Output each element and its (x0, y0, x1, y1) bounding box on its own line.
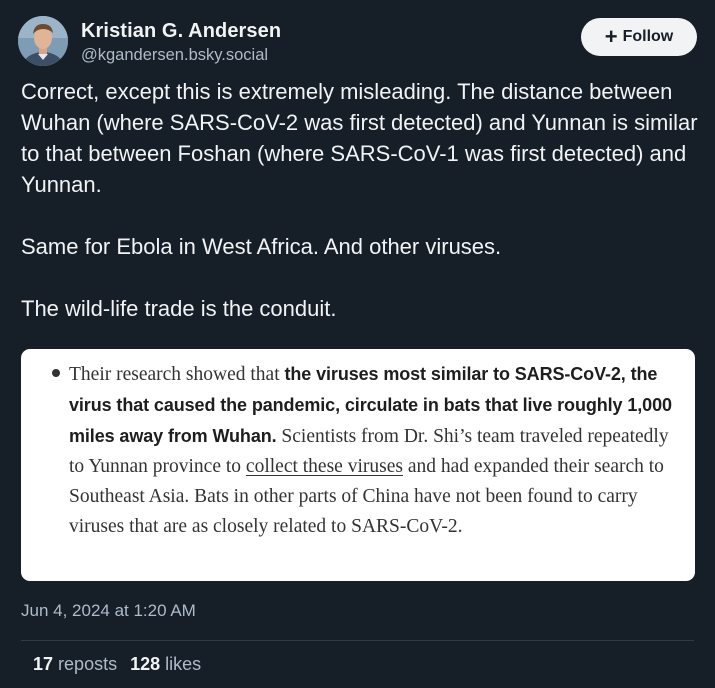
post-stats: 17 reposts 128 likes (33, 654, 209, 675)
likes-stat[interactable]: 128 likes (130, 654, 201, 674)
reposts-stat[interactable]: 17 reposts (33, 654, 117, 674)
likes-count: 128 (130, 654, 161, 674)
post-timestamp[interactable]: Jun 4, 2024 at 1:20 AM (21, 601, 196, 621)
embedded-quote: Their research showed that the viruses m… (69, 359, 679, 542)
user-photo-icon (18, 16, 68, 66)
author-info: Kristian G. Andersen @kgandersen.bsky.so… (81, 19, 281, 66)
bullet-icon (52, 369, 60, 377)
follow-button[interactable]: + Follow (581, 18, 697, 56)
divider (21, 640, 694, 641)
embed-text-before: Their research showed that (69, 364, 285, 385)
embed-link: collect these viruses (245, 456, 403, 477)
embedded-image[interactable]: Their research showed that the viruses m… (21, 349, 695, 581)
follow-label: Follow (622, 28, 674, 45)
avatar[interactable] (18, 16, 68, 66)
post-text: Correct, except this is extremely mislea… (21, 79, 698, 321)
reposts-label: reposts (58, 654, 118, 674)
post-header: Kristian G. Andersen @kgandersen.bsky.so… (18, 16, 697, 72)
author-handle[interactable]: @kgandersen.bsky.social (81, 44, 281, 66)
likes-label: likes (165, 654, 202, 674)
reposts-count: 17 (33, 654, 54, 674)
author-name[interactable]: Kristian G. Andersen (81, 19, 281, 43)
plus-icon: + (604, 23, 618, 49)
